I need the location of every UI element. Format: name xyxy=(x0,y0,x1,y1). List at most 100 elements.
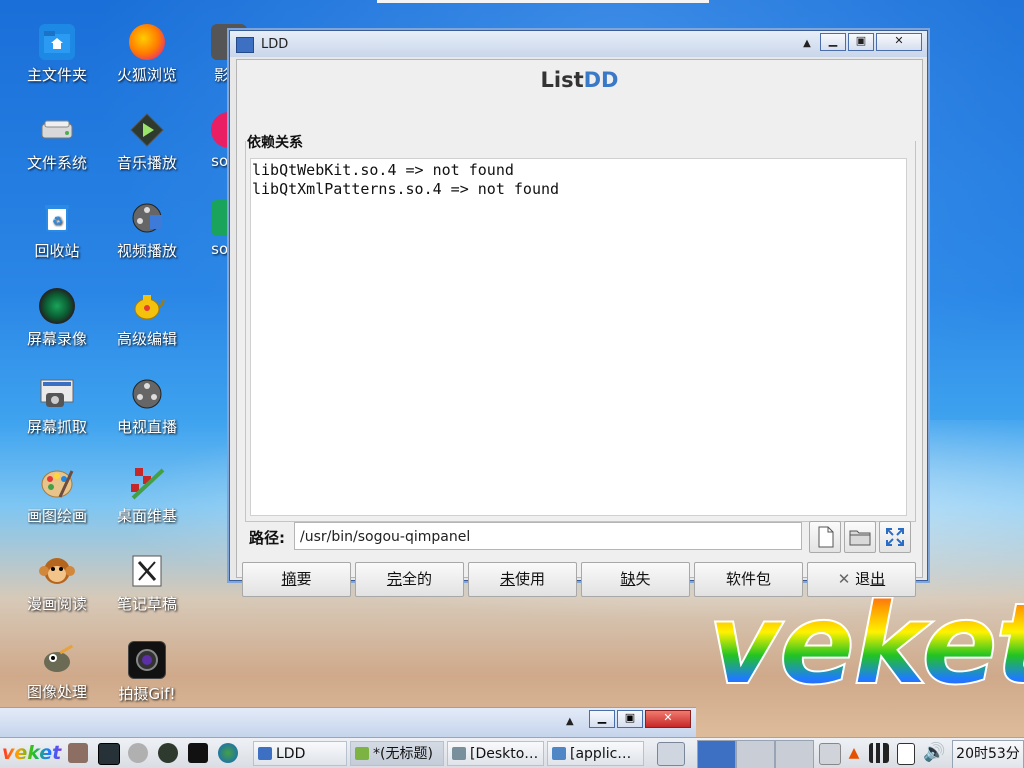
task-applications[interactable]: [applic… xyxy=(547,741,644,766)
dependency-line: libQtWebKit.so.4 => not found xyxy=(252,161,514,179)
wiki-icon xyxy=(129,465,165,501)
drive-icon xyxy=(39,112,75,148)
missing-button[interactable]: 缺失 xyxy=(581,562,690,597)
task-ldd[interactable]: LDD xyxy=(253,741,347,766)
settings-icon[interactable] xyxy=(128,743,148,763)
close-button[interactable]: ✕ xyxy=(876,33,922,51)
tools-icon[interactable] xyxy=(68,743,88,763)
desktop-icon-wiki[interactable]: 桌面维基 xyxy=(104,465,190,526)
desktop-icon-trash[interactable]: ♻ 回收站 xyxy=(14,200,100,261)
desktop-icon-label: 图像处理 xyxy=(26,683,87,701)
ldd-window: LDD ▲ ▁ ▣ ✕ ListDD 依赖关系 libQtWebKit.so.4… xyxy=(229,30,928,597)
desktop-icon-screen-record[interactable]: 屏幕录像 xyxy=(14,288,100,349)
media-player-icon[interactable] xyxy=(158,743,178,763)
keyboard-icon[interactable] xyxy=(819,743,841,765)
desktop-icon-home[interactable]: 主文件夹 xyxy=(14,24,100,85)
desktop-icon-tv[interactable]: 电视直播 xyxy=(104,376,190,437)
veket-logo: veket xyxy=(707,579,1024,711)
app-title: ListDD xyxy=(237,68,922,92)
desktop-task-icon xyxy=(452,747,466,760)
film-reel-icon xyxy=(129,200,165,236)
desktop-icon-music[interactable]: 音乐播放 xyxy=(104,112,190,173)
shade-icon[interactable]: ▲ xyxy=(566,716,574,727)
task-label: [Deskto… xyxy=(470,746,539,762)
globe-icon[interactable] xyxy=(218,743,238,763)
package-button[interactable]: 软件包 xyxy=(694,562,803,597)
window-title: LDD xyxy=(261,37,289,52)
exit-button[interactable]: ✕ 退出 xyxy=(807,562,916,597)
desktop-icon-editor[interactable]: 高级编辑 xyxy=(104,288,190,349)
workspace-1[interactable] xyxy=(697,740,736,768)
desktop-icon-label: 画图绘画 xyxy=(26,507,87,525)
task-untitled[interactable]: *(无标题) xyxy=(350,741,444,766)
task-label: LDD xyxy=(276,746,306,762)
desktop-icon-label: 文件系统 xyxy=(26,154,87,172)
camera-lens-icon xyxy=(39,288,75,324)
workspace-3[interactable] xyxy=(775,740,814,768)
unused-mnemonic: 未 xyxy=(499,570,515,588)
folder-home-icon xyxy=(39,24,75,60)
ldd-task-icon xyxy=(258,747,272,760)
desktop: 主文件夹 文件系统 ♻ 回收站 屏幕录像 屏幕抓取 画图绘画 漫画阅读 图像处理… xyxy=(0,0,1024,768)
complete-label: 全的 xyxy=(402,570,433,588)
unused-button[interactable]: 未使用 xyxy=(468,562,577,597)
desktop-icon-gif-capture[interactable]: 拍摄Gif! xyxy=(104,641,190,704)
desktop-icon-label: 拍摄Gif! xyxy=(118,685,176,703)
workspace-2[interactable] xyxy=(736,740,775,768)
summary-label: 要 xyxy=(296,570,312,588)
alert-icon[interactable]: ▲ xyxy=(844,743,864,763)
new-file-button[interactable] xyxy=(809,521,841,553)
trash-icon: ♻ xyxy=(39,200,75,236)
desktop-icon-label: 桌面维基 xyxy=(116,507,177,525)
exit-icon: ✕ xyxy=(837,570,851,588)
desktop-icon-label: 电视直播 xyxy=(116,418,177,436)
file-icon xyxy=(818,526,834,548)
window-titlebar[interactable]: LDD ▲ ▁ ▣ ✕ xyxy=(230,31,927,57)
desktop-icon-video[interactable]: 视频播放 xyxy=(104,200,190,261)
minimize-button[interactable]: ▁ xyxy=(820,33,846,51)
firefox-icon xyxy=(129,24,165,60)
unused-label: 使用 xyxy=(515,570,546,588)
fullscreen-button[interactable] xyxy=(879,521,911,553)
desktop-icon-label: 屏幕抓取 xyxy=(26,418,87,436)
clipboard-icon[interactable] xyxy=(897,743,915,765)
system-monitor-icon[interactable] xyxy=(98,743,120,765)
minimize-button[interactable]: ▁ xyxy=(589,710,615,728)
gimp-icon xyxy=(39,641,75,677)
background-window-titlebar[interactable]: ▲ ▁ ▣ ✕ xyxy=(0,707,696,738)
desktop-icon-comic[interactable]: 漫画阅读 xyxy=(14,553,100,614)
task-label: *(无标题) xyxy=(373,746,433,762)
volume-icon[interactable]: 🔊 xyxy=(923,743,945,763)
desktop-icon-paint[interactable]: 画图绘画 xyxy=(14,465,100,526)
desktop-icon-label: 回收站 xyxy=(34,242,80,260)
close-button[interactable]: ✕ xyxy=(645,710,691,728)
monkey-icon xyxy=(39,553,75,589)
clock[interactable]: 20时53分 xyxy=(952,740,1024,768)
complete-button[interactable]: 完全的 xyxy=(355,562,464,597)
desktop-icon-filesystem[interactable]: 文件系统 xyxy=(14,112,100,173)
screenshot-icon xyxy=(39,376,75,412)
start-menu-button[interactable]: veket xyxy=(2,741,64,766)
desktop-icon-label: 屏幕录像 xyxy=(26,330,87,348)
desktop-icon-screenshot[interactable]: 屏幕抓取 xyxy=(14,376,100,437)
desktop-icon-label: 漫画阅读 xyxy=(26,595,87,613)
task-desktop[interactable]: [Deskto… xyxy=(447,741,544,766)
shade-icon[interactable]: ▲ xyxy=(800,37,814,53)
desktop-icon-label: 高级编辑 xyxy=(116,330,177,348)
desktop-icon-label: 视频播放 xyxy=(116,242,177,260)
desktop-icon-firefox[interactable]: 火狐浏览 xyxy=(104,24,190,85)
open-folder-button[interactable] xyxy=(844,521,876,553)
maximize-button[interactable]: ▣ xyxy=(617,710,643,728)
path-input[interactable]: /usr/bin/sogou-qimpanel xyxy=(294,522,839,550)
show-desktop-icon[interactable] xyxy=(657,742,685,766)
dependencies-output[interactable]: libQtWebKit.so.4 => not found libQtXmlPa… xyxy=(250,158,907,516)
window-body: ListDD 依赖关系 libQtWebKit.so.4 => not foun… xyxy=(236,59,923,597)
desktop-icon-image-edit[interactable]: 图像处理 xyxy=(14,641,100,702)
exit-mnemonic: 出 xyxy=(870,570,886,588)
desktop-icon-notes[interactable]: 笔记草稿 xyxy=(104,553,190,614)
top-strip xyxy=(377,0,709,3)
maximize-button[interactable]: ▣ xyxy=(848,33,874,51)
terminal-icon[interactable] xyxy=(188,743,208,763)
network-signal-icon[interactable] xyxy=(869,743,889,763)
summary-button[interactable]: 摘要 xyxy=(242,562,351,597)
